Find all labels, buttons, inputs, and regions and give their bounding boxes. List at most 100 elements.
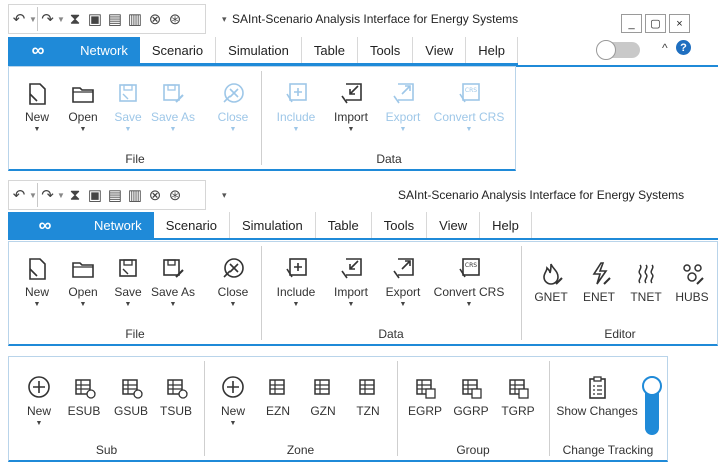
close-button[interactable]: Close ▼ (203, 80, 263, 133)
save-as-button[interactable]: Save As ▼ (143, 80, 203, 133)
sub-tsub-button[interactable]: TSUB (146, 374, 206, 418)
save-network-icon[interactable]: ▥ (125, 183, 145, 207)
tab-scenario[interactable]: Scenario (140, 37, 217, 63)
tsub-icon (167, 379, 188, 399)
dropdown-arrow-icon: ▼ (124, 126, 132, 133)
close-icon[interactable]: ⊗ (145, 7, 165, 31)
save-icon[interactable]: ▣ (85, 183, 105, 207)
help-icon[interactable]: ? (676, 40, 691, 55)
hourglass-icon[interactable]: ⧗ (65, 7, 85, 31)
undo-dropdown-icon[interactable]: ▼ (29, 7, 37, 31)
undo-dropdown-icon[interactable]: ▼ (29, 183, 37, 207)
save-all-icon[interactable]: ▤ (105, 7, 125, 31)
close-all-icon[interactable]: ⊛ (165, 183, 185, 207)
convert-crs-icon: CRS (459, 83, 480, 103)
group-label-file: File (125, 327, 145, 341)
ribbon-tabs: ∞ Network Scenario Simulation Table Tool… (8, 212, 718, 240)
tab-help[interactable]: Help (480, 212, 532, 238)
undo-icon[interactable]: ↶ (9, 183, 29, 207)
import-label: Import (333, 285, 368, 299)
redo-dropdown-icon[interactable]: ▼ (57, 183, 65, 207)
zone-tzn-button[interactable]: TZN (338, 374, 398, 418)
undo-icon[interactable]: ↶ (9, 7, 29, 31)
theme-toggle[interactable] (596, 40, 640, 60)
hubs-icon (683, 264, 704, 285)
collapse-ribbon-icon[interactable]: ^ (662, 41, 668, 55)
dropdown-arrow-icon: ▼ (292, 301, 300, 308)
save-icon[interactable]: ▣ (85, 7, 105, 31)
clipboard-checklist-icon (589, 376, 606, 399)
hourglass-icon[interactable]: ⧗ (65, 183, 85, 207)
save-icon (119, 259, 137, 277)
import-button[interactable]: Import ▼ (321, 255, 381, 308)
tab-table[interactable]: Table (316, 212, 372, 238)
zone-gzn-label: GZN (310, 404, 336, 418)
sub-gsub-label: GSUB (113, 404, 148, 418)
tab-help[interactable]: Help (466, 37, 518, 63)
group-separator (549, 361, 550, 456)
redo-icon[interactable]: ↷ (37, 7, 57, 31)
close-icon[interactable]: ⊗ (145, 183, 165, 207)
close-all-icon[interactable]: ⊛ (165, 7, 185, 31)
svg-text:CRS: CRS (465, 87, 477, 94)
export-button[interactable]: Export ▼ (373, 80, 433, 133)
dropdown-arrow-icon: ▼ (229, 126, 237, 133)
convert-crs-button[interactable]: CRS Convert CRS ▼ (434, 80, 504, 133)
include-label: Include (276, 110, 316, 124)
change-tracking-toggle[interactable] (642, 376, 662, 435)
enet-label: ENET (582, 290, 615, 304)
convert-crs-button[interactable]: CRS Convert CRS ▼ (434, 255, 504, 308)
convert-crs-label: Convert CRS (433, 110, 505, 124)
app-logo[interactable]: ∞ (8, 37, 69, 64)
group-label-group: Group (456, 443, 490, 457)
app-logo[interactable]: ∞ (8, 212, 82, 239)
group-tgrp-button[interactable]: TGRP (488, 374, 548, 418)
esub-icon (75, 379, 96, 399)
tab-scenario[interactable]: Scenario (154, 212, 230, 238)
tab-tools[interactable]: Tools (372, 212, 428, 238)
tab-table[interactable]: Table (302, 37, 358, 63)
include-icon (286, 83, 307, 103)
export-button[interactable]: Export ▼ (373, 255, 433, 308)
tab-network[interactable]: Network (82, 212, 154, 238)
gzn-icon (314, 379, 330, 395)
tab-simulation[interactable]: Simulation (230, 212, 316, 238)
tab-simulation[interactable]: Simulation (216, 37, 302, 63)
close-window-button[interactable]: × (669, 14, 690, 33)
maximize-button[interactable]: ▢ (645, 14, 666, 33)
close-network-icon (223, 83, 244, 103)
minimize-button[interactable]: _ (621, 14, 642, 33)
redo-icon[interactable]: ↷ (37, 183, 57, 207)
dropdown-arrow-icon: ▼ (399, 301, 407, 308)
convert-crs-label: Convert CRS (433, 285, 505, 299)
hubs-button[interactable]: HUBS (662, 260, 722, 304)
save-all-icon[interactable]: ▤ (105, 183, 125, 207)
tab-tools[interactable]: Tools (358, 37, 414, 63)
save-as-icon (163, 84, 184, 103)
tab-view[interactable]: View (413, 37, 467, 63)
add-circle-icon (222, 376, 244, 398)
export-icon (393, 258, 414, 279)
redo-dropdown-icon[interactable]: ▼ (57, 7, 65, 31)
zone-ezn-label: EZN (266, 404, 290, 418)
import-button[interactable]: Import ▼ (321, 80, 381, 133)
import-label: Import (333, 110, 368, 124)
close-label: Close (217, 285, 249, 299)
include-button[interactable]: Include ▼ (266, 255, 326, 308)
show-changes-button[interactable]: Show Changes (556, 374, 638, 418)
save-network-icon[interactable]: ▥ (125, 7, 145, 31)
add-circle-icon (28, 376, 50, 398)
customize-qat-icon[interactable]: ▾ (222, 14, 227, 25)
include-label: Include (276, 285, 316, 299)
group-label-file: File (125, 152, 145, 166)
dropdown-arrow-icon: ▼ (465, 301, 473, 308)
close-button[interactable]: Close ▼ (203, 255, 263, 308)
customize-qat-icon[interactable]: ▾ (222, 190, 227, 201)
save-as-icon (163, 259, 184, 278)
group-label-editor: Editor (604, 327, 636, 341)
tab-network[interactable]: Network (68, 37, 140, 63)
include-button[interactable]: Include ▼ (266, 80, 326, 133)
tab-view[interactable]: View (427, 212, 481, 238)
save-as-button[interactable]: Save As ▼ (143, 255, 203, 308)
new-label: New (24, 285, 49, 299)
